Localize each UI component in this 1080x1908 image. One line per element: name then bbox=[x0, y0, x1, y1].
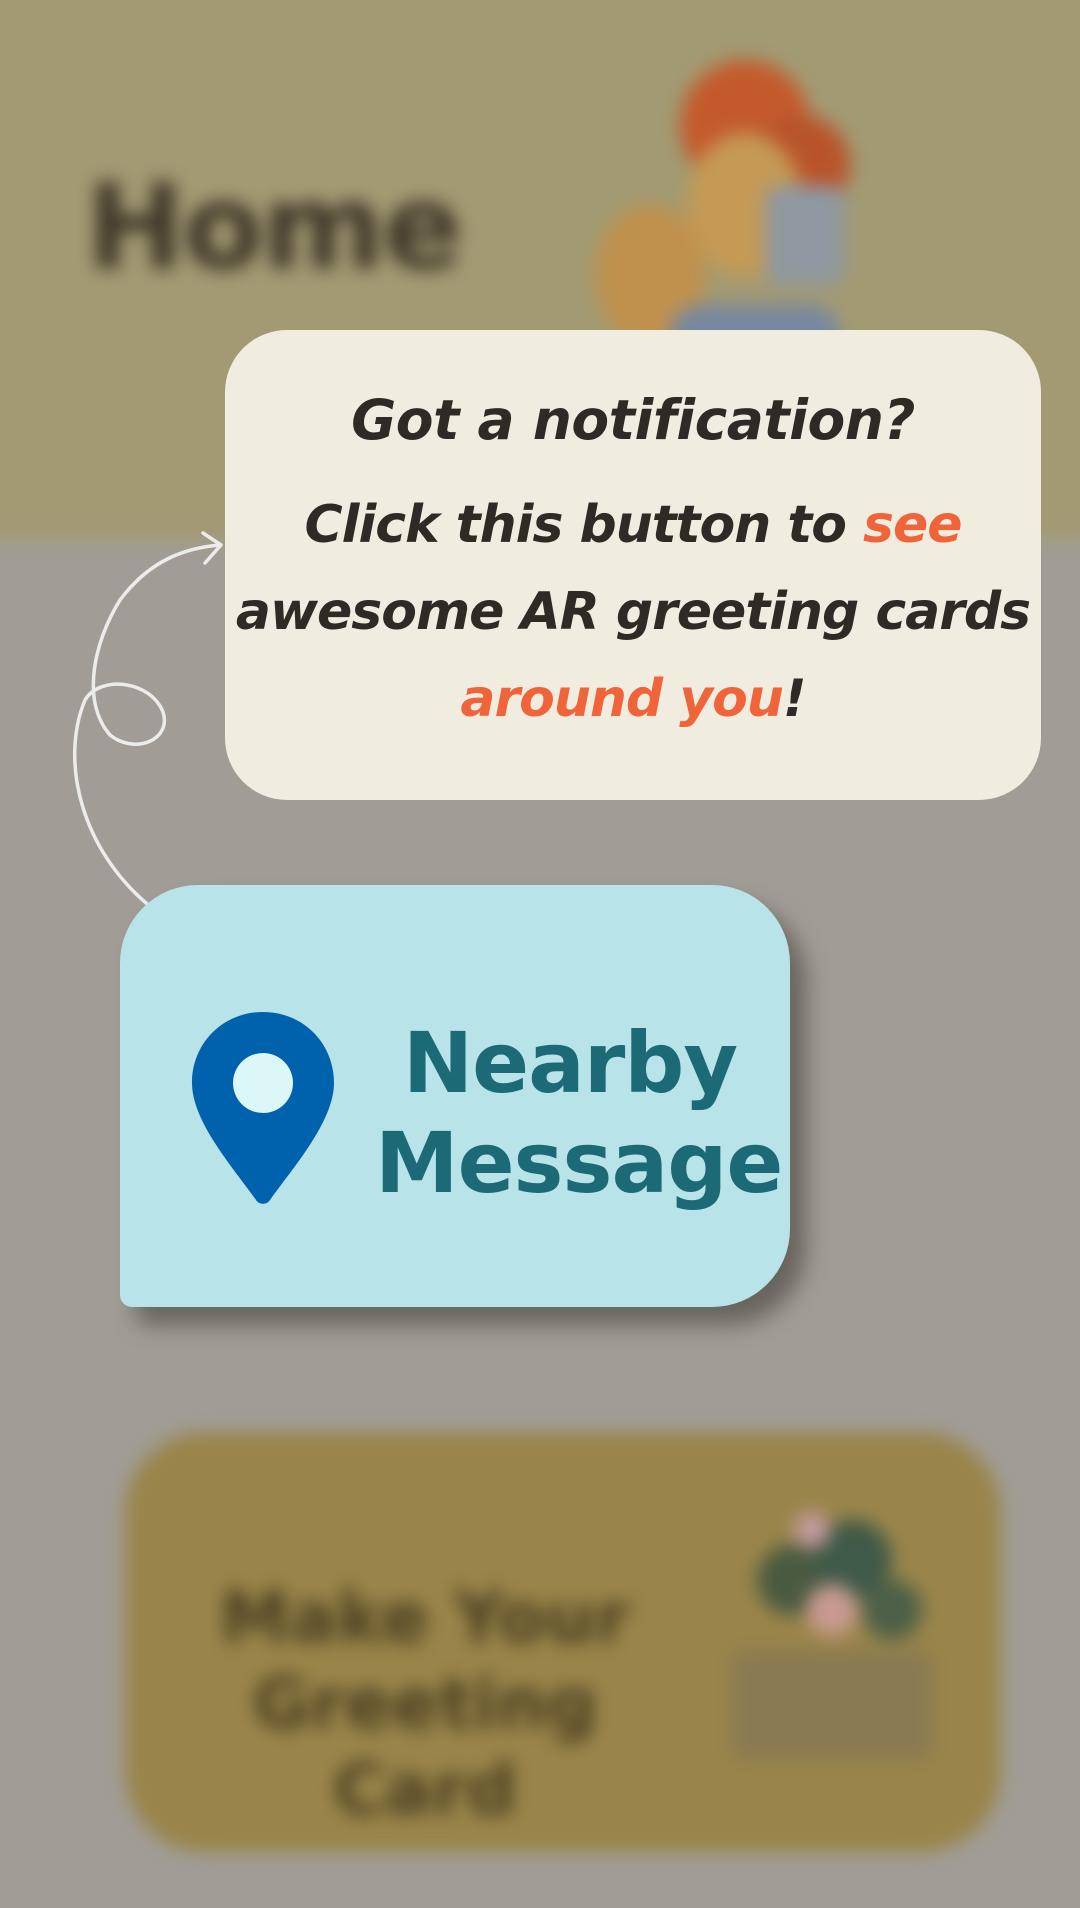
nearby-message-button[interactable]: Nearby Message bbox=[120, 885, 790, 1307]
tooltip-body: Click this button to see awesome AR gree… bbox=[225, 482, 1041, 743]
tooltip-text-1: Click this button to bbox=[304, 495, 864, 555]
make-card-line1: Make Your bbox=[219, 1577, 631, 1659]
nearby-label-line2: Message bbox=[375, 1114, 783, 1212]
nearby-message-label: Nearby Message bbox=[375, 1013, 783, 1213]
location-pin-icon bbox=[192, 1012, 334, 1204]
tooltip-title: Got a notification? bbox=[351, 388, 915, 452]
onboarding-tooltip: Got a notification? Click this button to… bbox=[225, 330, 1041, 800]
page-title: Home bbox=[86, 158, 463, 296]
make-card-line2: Greeting Card bbox=[252, 1663, 598, 1831]
make-card-label: Make Your Greeting Card bbox=[155, 1575, 695, 1833]
nearby-label-line1: Nearby bbox=[402, 1014, 738, 1112]
tooltip-accent-around-you: around you bbox=[460, 669, 783, 729]
tooltip-text-3: ! bbox=[782, 669, 807, 729]
tooltip-accent-see: see bbox=[863, 495, 962, 555]
tooltip-text-2: awesome AR greeting cards bbox=[235, 582, 1031, 642]
flower-envelope-icon bbox=[732, 1512, 932, 1760]
